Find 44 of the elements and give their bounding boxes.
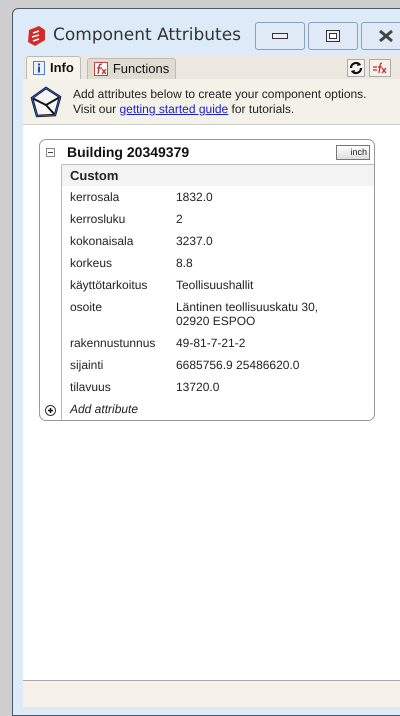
add-icon[interactable]: [45, 405, 56, 416]
close-button[interactable]: [361, 22, 400, 50]
add-attribute-link[interactable]: Add attribute: [70, 400, 138, 418]
attribute-value: 1832.0: [176, 190, 214, 204]
attribute-value: Teollisuushallit: [176, 278, 254, 292]
window-title: Component Attributes: [53, 24, 242, 48]
cube-icon: [29, 84, 63, 118]
attribute-value: Läntinen teollisuuskatu 30, 02920 ESPOO: [176, 300, 320, 328]
formula-icon: [372, 62, 388, 74]
close-icon: [378, 29, 394, 43]
tab[interactable]: Info: [26, 56, 81, 79]
formula-button[interactable]: [369, 59, 391, 77]
maximize-button[interactable]: [308, 22, 358, 50]
attribute-value: 13720.0: [176, 380, 220, 394]
attribute-value: 6685756.9 25486620.0: [176, 358, 300, 372]
attribute-name: kerrosluku: [69, 212, 126, 226]
attribute-name: käyttötarkoitus: [69, 278, 148, 292]
component-name: Building 20349379: [67, 142, 190, 162]
refresh-icon: [349, 61, 363, 75]
info-icon: [33, 61, 45, 75]
banner-text: Add attributes below to create your component options.: [73, 86, 367, 102]
minimize-button[interactable]: [255, 22, 306, 50]
collapse-toggle[interactable]: [46, 148, 55, 156]
banner-text: Visit our getting started guide for tutorials.: [73, 102, 296, 116]
attribute-value: 8.8: [176, 256, 194, 270]
attribute-name: kerrosala: [69, 190, 120, 204]
refresh-button[interactable]: [347, 59, 365, 77]
maximize-icon: [326, 30, 340, 42]
attribute-name: osoite: [69, 300, 104, 316]
minimize-icon: [272, 33, 288, 39]
attribute-name: korkeus: [69, 256, 114, 270]
guide-link[interactable]: getting started guide: [119, 102, 228, 116]
logo-icon: [25, 25, 47, 47]
attribute-name: sijainti: [69, 358, 104, 372]
attribute-name: rakennustunnus: [69, 336, 156, 350]
attribute-value: 49-81-7-21-2: [176, 336, 246, 350]
function-icon: [94, 62, 108, 76]
tab[interactable]: Functions: [86, 58, 176, 79]
units-button[interactable]: inch: [336, 144, 370, 160]
attribute-name: kokonaisala: [69, 234, 134, 248]
attribute-value: 2: [176, 212, 184, 226]
attribute-value: 3237.0: [176, 234, 214, 248]
attribute-name: tilavuus: [69, 380, 112, 394]
section-header: Custom: [62, 165, 374, 186]
